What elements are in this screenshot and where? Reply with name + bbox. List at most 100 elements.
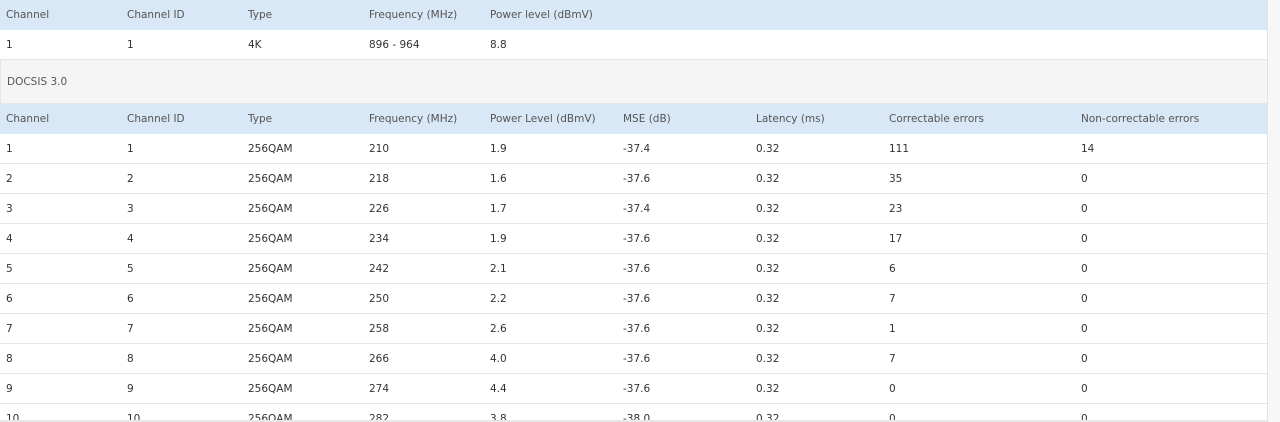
table-row: 10 10 256QAM 282 3.8 -38.0 0.32 0 0 — [0, 404, 1267, 420]
cell-type: 256QAM — [248, 293, 293, 305]
cell-frequency: 896 - 964 — [369, 39, 420, 51]
cell-correctable-errors: 35 — [889, 173, 903, 185]
cell-channel: 9 — [6, 383, 13, 395]
section-title-docsis30: DOCSIS 3.0 — [0, 60, 1267, 104]
cell-type: 256QAM — [248, 203, 293, 215]
cell-channel: 6 — [6, 293, 13, 305]
table-row: 2 2 256QAM 218 1.6 -37.6 0.32 35 0 — [0, 164, 1267, 194]
cell-channel: 10 — [6, 413, 20, 420]
cell-mse: -37.6 — [623, 293, 651, 305]
header-type: Type — [248, 113, 273, 125]
cell-latency: 0.32 — [756, 383, 780, 395]
cell-correctable-errors: 7 — [889, 293, 896, 305]
cell-mse: -37.6 — [623, 263, 651, 275]
cell-latency: 0.32 — [756, 143, 780, 155]
cell-type: 256QAM — [248, 143, 293, 155]
header-power: Power Level (dBmV) — [490, 113, 596, 125]
cell-channel-id: 7 — [127, 323, 134, 335]
cell-channel-id: 2 — [127, 173, 134, 185]
page: Channel Channel ID Type Frequency (MHz) … — [0, 0, 1280, 422]
vertical-scrollbar[interactable] — [1267, 0, 1280, 422]
cell-frequency: 266 — [369, 353, 390, 365]
cell-power: 2.2 — [490, 293, 507, 305]
cell-channel-id: 9 — [127, 383, 134, 395]
cell-correctable-errors: 0 — [889, 383, 896, 395]
table-row: 6 6 256QAM 250 2.2 -37.6 0.32 7 0 — [0, 284, 1267, 314]
table-row: 1 1 256QAM 210 1.9 -37.4 0.32 111 14 — [0, 134, 1267, 164]
channel-tables: Channel Channel ID Type Frequency (MHz) … — [0, 0, 1267, 420]
cell-power: 1.6 — [490, 173, 507, 185]
cell-frequency: 282 — [369, 413, 390, 420]
table-row: 5 5 256QAM 242 2.1 -37.6 0.32 6 0 — [0, 254, 1267, 284]
docsis30-table-header: Channel Channel ID Type Frequency (MHz) … — [0, 104, 1267, 134]
cell-type: 256QAM — [248, 413, 293, 420]
cell-power: 1.9 — [490, 233, 507, 245]
cell-power: 3.8 — [490, 413, 507, 420]
cell-type: 256QAM — [248, 323, 293, 335]
cell-correctable-errors: 1 — [889, 323, 896, 335]
cell-power: 2.6 — [490, 323, 507, 335]
cell-channel-id: 4 — [127, 233, 134, 245]
cell-power: 4.0 — [490, 353, 507, 365]
header-type: Type — [248, 9, 273, 21]
table-row: 3 3 256QAM 226 1.7 -37.4 0.32 23 0 — [0, 194, 1267, 224]
cell-non-correctable-errors: 0 — [1081, 323, 1088, 335]
table-row: 7 7 256QAM 258 2.6 -37.6 0.32 1 0 — [0, 314, 1267, 344]
cell-channel: 7 — [6, 323, 13, 335]
cell-latency: 0.32 — [756, 233, 780, 245]
cell-type: 256QAM — [248, 173, 293, 185]
cell-frequency: 250 — [369, 293, 390, 305]
table-row: 9 9 256QAM 274 4.4 -37.6 0.32 0 0 — [0, 374, 1267, 404]
header-channel-id: Channel ID — [127, 9, 185, 21]
header-channel: Channel — [6, 113, 50, 125]
cell-frequency: 218 — [369, 173, 390, 185]
cell-non-correctable-errors: 0 — [1081, 293, 1088, 305]
header-non-correctable-errors: Non-correctable errors — [1081, 113, 1200, 125]
header-frequency: Frequency (MHz) — [369, 113, 458, 125]
cell-frequency: 234 — [369, 233, 390, 245]
header-channel-id: Channel ID — [127, 113, 185, 125]
cell-power: 8.8 — [490, 39, 507, 51]
cell-channel: 8 — [6, 353, 13, 365]
cell-latency: 0.32 — [756, 263, 780, 275]
cell-frequency: 242 — [369, 263, 390, 275]
cell-non-correctable-errors: 0 — [1081, 353, 1088, 365]
cell-frequency: 210 — [369, 143, 390, 155]
header-latency: Latency (ms) — [756, 113, 825, 125]
cell-channel: 5 — [6, 263, 13, 275]
cell-correctable-errors: 6 — [889, 263, 896, 275]
header-mse: MSE (dB) — [623, 113, 671, 125]
cell-channel-id: 1 — [127, 143, 134, 155]
cell-non-correctable-errors: 0 — [1081, 233, 1088, 245]
cell-mse: -38.0 — [623, 413, 651, 420]
cell-mse: -37.6 — [623, 173, 651, 185]
cell-channel-id: 5 — [127, 263, 134, 275]
cell-mse: -37.6 — [623, 323, 651, 335]
cell-mse: -37.6 — [623, 233, 651, 245]
cell-channel-id: 8 — [127, 353, 134, 365]
cell-non-correctable-errors: 0 — [1081, 413, 1088, 420]
cell-mse: -37.6 — [623, 353, 651, 365]
cell-correctable-errors: 17 — [889, 233, 903, 245]
cell-frequency: 274 — [369, 383, 390, 395]
cell-type: 256QAM — [248, 263, 293, 275]
cell-channel: 2 — [6, 173, 13, 185]
header-frequency: Frequency (MHz) — [369, 9, 458, 21]
cell-channel-id: 6 — [127, 293, 134, 305]
ofdm-table-header: Channel Channel ID Type Frequency (MHz) … — [0, 0, 1267, 30]
cell-correctable-errors: 7 — [889, 353, 896, 365]
cell-correctable-errors: 111 — [889, 143, 910, 155]
cell-latency: 0.32 — [756, 203, 780, 215]
cell-correctable-errors: 23 — [889, 203, 903, 215]
cell-non-correctable-errors: 0 — [1081, 173, 1088, 185]
cell-power: 4.4 — [490, 383, 507, 395]
cell-type: 256QAM — [248, 353, 293, 365]
cell-mse: -37.4 — [623, 143, 651, 155]
header-channel: Channel — [6, 9, 50, 21]
header-correctable-errors: Correctable errors — [889, 113, 985, 125]
cell-correctable-errors: 0 — [889, 413, 896, 420]
cell-mse: -37.6 — [623, 383, 651, 395]
cell-latency: 0.32 — [756, 173, 780, 185]
table-row: 1 1 4K 896 - 964 8.8 — [0, 30, 1267, 60]
cell-channel-id: 1 — [127, 39, 134, 51]
